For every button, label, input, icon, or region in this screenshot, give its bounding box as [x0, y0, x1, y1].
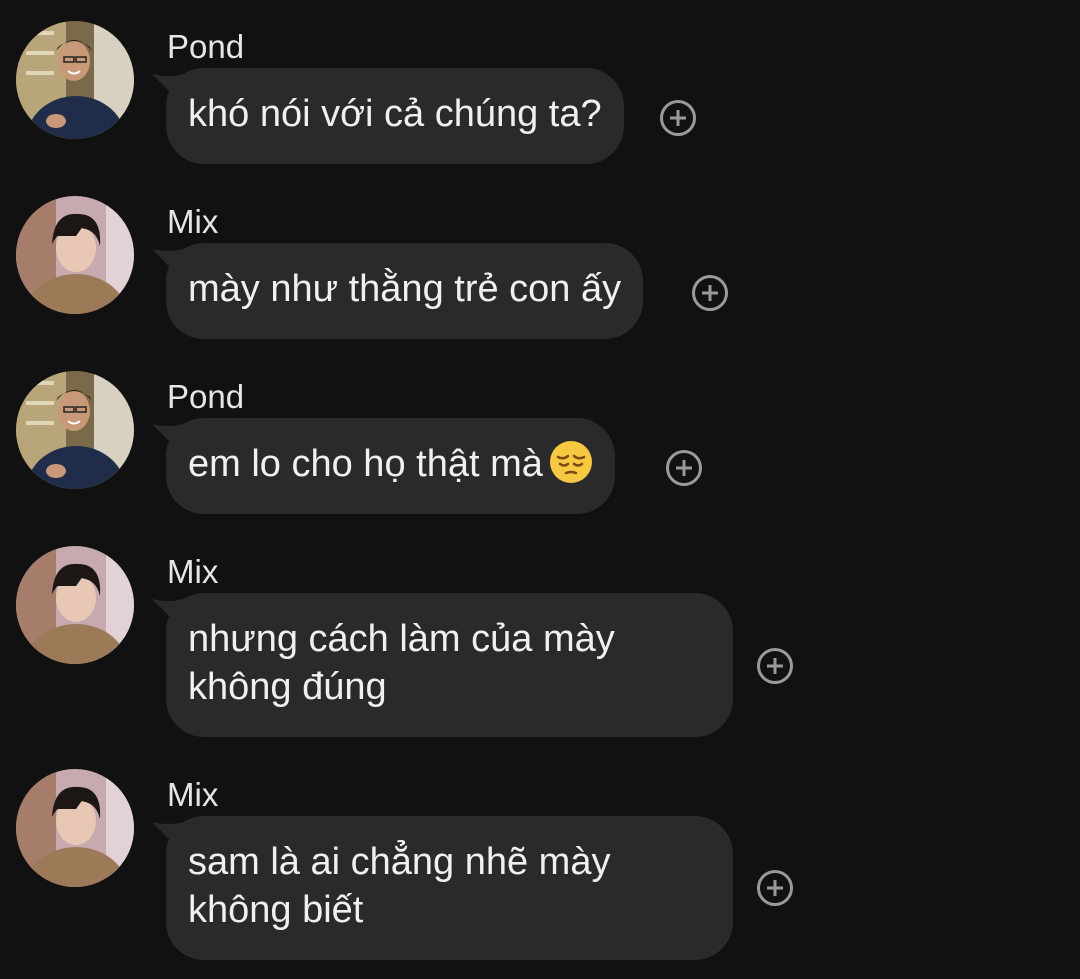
message-bubble[interactable]: mày như thằng trẻ con ấy	[166, 243, 644, 339]
avatar-mix[interactable]	[16, 546, 134, 664]
add-reaction-icon[interactable]	[757, 870, 793, 906]
message-text: mày như thằng trẻ con ấy	[188, 268, 622, 310]
avatar-pond[interactable]	[16, 21, 134, 139]
message-bubble[interactable]: nhưng cách làm của mày không đúng	[166, 593, 733, 737]
message-text: nhưng cách làm của mày không đúng	[188, 618, 615, 708]
pensive-face-emoji	[549, 441, 592, 483]
add-reaction-icon[interactable]	[666, 450, 702, 486]
message-bubble[interactable]: em lo cho họ thật mà	[166, 418, 615, 514]
message-text: sam là ai chẳng nhẽ mày không biết	[188, 841, 611, 931]
add-reaction-icon[interactable]	[660, 100, 696, 136]
message-bubble[interactable]: sam là ai chẳng nhẽ mày không biết	[166, 816, 733, 960]
avatar-pond[interactable]	[16, 371, 134, 489]
sender-name: Pond	[167, 28, 245, 65]
avatar-mix[interactable]	[16, 769, 134, 887]
sender-name: Pond	[167, 378, 245, 415]
message-bubble[interactable]: khó nói với cả chúng ta?	[166, 68, 624, 164]
message-text-content: em lo cho họ thật mà	[188, 443, 543, 485]
sender-name: Mix	[167, 553, 219, 590]
sender-name: Mix	[167, 203, 219, 240]
add-reaction-icon[interactable]	[692, 275, 728, 311]
message-text: em lo cho họ thật mà	[188, 440, 593, 488]
add-reaction-icon[interactable]	[757, 648, 793, 684]
sender-name: Mix	[167, 776, 219, 813]
avatar-mix[interactable]	[16, 196, 134, 314]
message-text: khó nói với cả chúng ta?	[188, 93, 602, 135]
